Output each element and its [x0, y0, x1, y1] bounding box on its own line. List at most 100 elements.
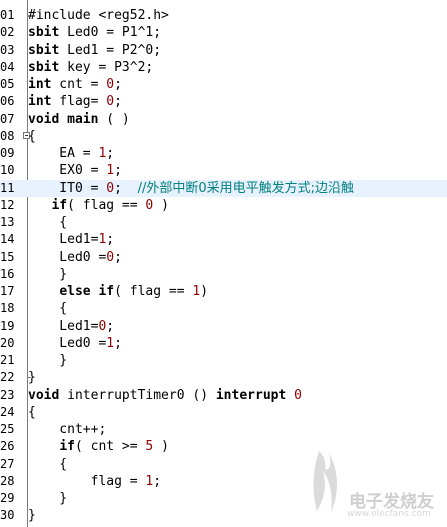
code-token: ;: [114, 180, 138, 196]
line-number: 27: [0, 456, 15, 471]
code-text: }: [28, 266, 67, 283]
code-line[interactable]: 16 }: [0, 266, 447, 283]
line-number: 26: [0, 439, 15, 454]
code-text: Led0 =0;: [28, 249, 122, 266]
code-token: }: [28, 491, 68, 506]
line-number: 16: [0, 266, 15, 281]
keyword-token: sbit: [28, 25, 60, 41]
code-line[interactable]: 04 sbit key = P3^2;: [0, 59, 447, 76]
code-line[interactable]: 09 EA = 1;: [0, 145, 447, 162]
number-token: 0: [106, 249, 115, 265]
code-token: ( flag ==: [67, 197, 146, 213]
code-line[interactable]: 01 #include <reg52.h>: [0, 7, 447, 24]
code-token: {: [28, 404, 36, 420]
code-token: ;: [106, 232, 115, 248]
code-text: }: [28, 490, 67, 507]
number-token: 0: [106, 180, 115, 196]
code-line[interactable]: 18 {: [0, 300, 447, 317]
code-line[interactable]: 20 Led0 =1;: [0, 335, 447, 352]
code-line[interactable]: 13 {: [0, 214, 447, 231]
code-line[interactable]: 14 Led1=1;: [0, 231, 447, 248]
keyword-token: void: [28, 387, 60, 403]
code-text: sbit Led1 = P2^0;: [28, 42, 161, 59]
code-text: {: [28, 128, 36, 145]
line-number: 04: [0, 59, 15, 74]
number-token: 1: [106, 163, 115, 179]
code-token: ( ): [98, 111, 130, 127]
line-number: 17: [0, 284, 15, 298]
line-number: 22: [0, 370, 15, 385]
code-text: if( flag == 0 ): [28, 197, 168, 214]
line-number: 11: [0, 180, 15, 195]
code-text: int cnt = 0;: [28, 76, 122, 93]
code-token: ;: [114, 163, 122, 179]
code-token: IT0 =: [28, 180, 107, 196]
code-line[interactable]: 07 void main ( ): [0, 111, 447, 128]
number-token: 0: [106, 94, 115, 110]
keyword-token: if: [51, 197, 68, 213]
code-line[interactable]: 03 sbit Led1 = P2^0;: [0, 42, 447, 59]
code-token: ;: [106, 318, 115, 334]
code-token: ;: [114, 335, 122, 351]
code-text: IT0 = 0; //外部中断0采用电平触发方式;边沿触: [28, 180, 354, 197]
comment-token: //外部中断0采用电平触发方式;边沿触: [137, 180, 355, 196]
code-text: cnt++;: [28, 421, 106, 438]
line-number: 20: [0, 335, 15, 350]
code-line[interactable]: 02 sbit Led0 = P1^1;: [0, 24, 447, 41]
code-token: }: [28, 353, 68, 368]
code-text: {: [28, 214, 67, 231]
line-number: 07: [0, 111, 15, 126]
code-line[interactable]: 24 {: [0, 404, 447, 421]
code-token: ( cnt >=: [74, 439, 146, 455]
code-token: Led0 = P1^1;: [59, 25, 162, 41]
code-text: void main ( ): [28, 111, 130, 128]
code-line[interactable]: 23 void interruptTimer0 () interrupt 0: [0, 387, 447, 404]
code-line[interactable]: 06 int flag= 0;: [0, 93, 447, 110]
code-line[interactable]: 15 Led0 =0;: [0, 249, 447, 266]
keyword-token: if: [59, 439, 75, 455]
code-line[interactable]: 11 IT0 = 0; //外部中断0采用电平触发方式;边沿触: [0, 179, 447, 197]
code-line[interactable]: 17 else if( flag == 1): [0, 283, 447, 300]
code-token: flag =: [28, 473, 146, 489]
code-text: sbit Led0 = P1^1;: [28, 24, 161, 41]
line-number: 02: [0, 25, 15, 40]
code-line[interactable]: 10 EX0 = 1;: [0, 162, 447, 179]
line-number: 28: [0, 473, 15, 488]
code-token: Led1 = P2^0;: [59, 42, 162, 58]
code-token: }: [28, 370, 36, 386]
code-line[interactable]: 05 int cnt = 0;: [0, 76, 447, 93]
code-line[interactable]: 08 {: [0, 128, 447, 145]
line-number: 15: [0, 249, 15, 264]
code-text: {: [28, 300, 67, 317]
code-text: }: [28, 352, 67, 369]
line-number: 06: [0, 94, 15, 109]
line-number: 12: [0, 197, 15, 212]
code-token: ;: [114, 94, 122, 110]
code-text: void interruptTimer0 () interrupt 0: [28, 387, 302, 404]
code-line[interactable]: 25 cnt++;: [0, 421, 447, 438]
code-token: Led1=: [28, 232, 99, 248]
code-token: cnt++;: [28, 422, 107, 437]
code-token: Led1=: [28, 318, 99, 334]
code-text: int flag= 0;: [28, 93, 122, 110]
code-token: {: [28, 215, 68, 230]
code-line[interactable]: 22}: [0, 369, 447, 386]
line-number: 25: [0, 422, 15, 436]
code-text: Led1=1;: [28, 231, 114, 248]
code-text: #include <reg52.h>: [28, 7, 169, 24]
code-text: else if( flag == 1): [28, 283, 208, 300]
code-token: ;: [114, 77, 122, 92]
keyword-token: interrupt: [215, 387, 287, 403]
keyword-token: if: [98, 284, 115, 299]
code-line[interactable]: 19 Led1=0;: [0, 318, 447, 335]
line-number: 14: [0, 232, 15, 247]
code-line[interactable]: 21 }: [0, 352, 447, 369]
code-token: flag=: [51, 94, 107, 110]
code-text: flag = 1;: [28, 473, 161, 490]
code-editor[interactable]: 01 #include <reg52.h> 02 sbit Led0 = P1^1; 0…: [0, 0, 447, 527]
line-number: 18: [0, 301, 15, 316]
code-line[interactable]: 12 if( flag == 0 ): [0, 197, 447, 214]
code-token: {: [28, 456, 68, 472]
